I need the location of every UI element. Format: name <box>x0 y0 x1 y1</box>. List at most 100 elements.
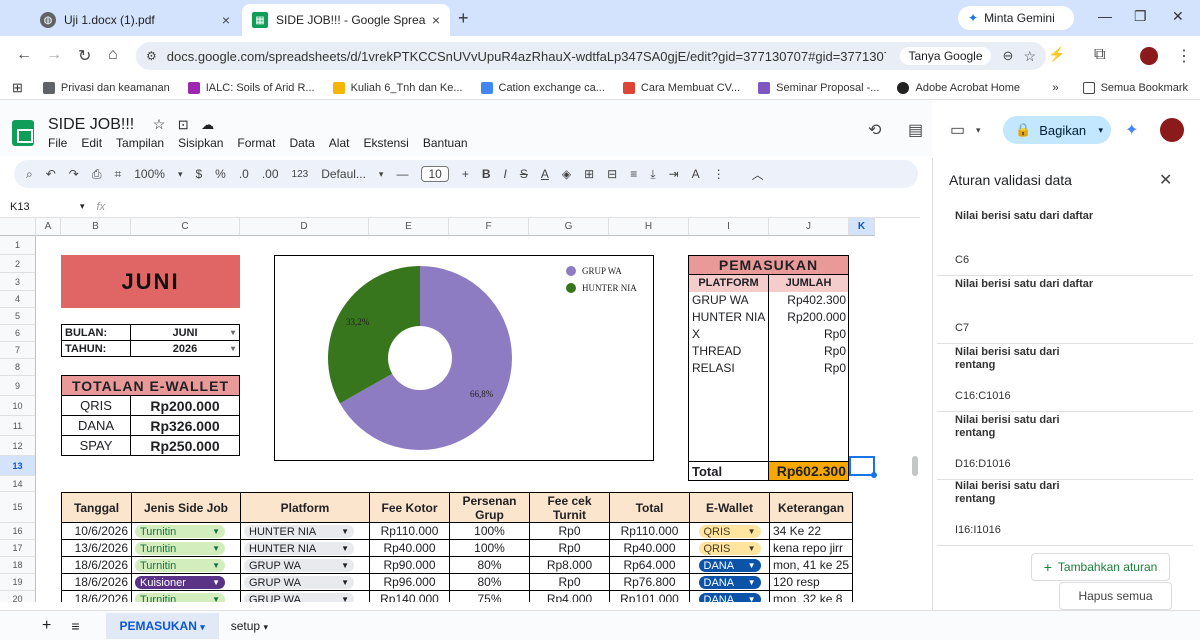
keterangan-cell[interactable]: 120 resp <box>768 573 854 591</box>
star-icon[interactable]: ☆ <box>153 116 166 132</box>
persen-cell[interactable]: 80% <box>449 573 530 591</box>
chevron-down-icon[interactable]: ▼ <box>212 544 220 553</box>
tab-setup[interactable]: setup ▾ <box>231 619 268 633</box>
percent-button[interactable]: % <box>215 167 226 181</box>
menu-view[interactable]: Tampilan <box>116 136 164 150</box>
currency-button[interactable]: $ <box>195 167 202 181</box>
column-header[interactable]: I <box>689 218 769 236</box>
text-rotate-icon[interactable]: A <box>692 167 700 181</box>
wallet-cell[interactable]: DANA ▼ <box>689 573 770 591</box>
persen-cell[interactable]: 80% <box>449 556 530 574</box>
column-header[interactable]: A <box>36 218 61 236</box>
chevron-down-icon[interactable]: ▼ <box>341 561 349 570</box>
tanggal-cell[interactable]: 13/6/2026 <box>61 539 132 557</box>
header-tanggal[interactable]: Tanggal <box>61 492 132 523</box>
close-icon[interactable]: × <box>222 12 230 28</box>
validation-rule[interactable]: Nilai berisi satu dari daftar C7 <box>937 278 1193 344</box>
pemasukan-row[interactable]: X Rp0 <box>688 326 849 343</box>
wallet-cell[interactable]: DANA ▼ <box>689 556 770 574</box>
close-icon[interactable]: × <box>432 12 440 28</box>
row-header[interactable]: 10 <box>0 396 36 416</box>
avatar[interactable] <box>1160 118 1184 142</box>
new-tab-icon[interactable]: + <box>458 8 469 29</box>
total-cell[interactable]: Rp110.000 <box>609 522 690 540</box>
comment-icon[interactable]: ▤ <box>908 120 923 140</box>
pemasukan-empty-row[interactable] <box>688 398 849 419</box>
omnibox[interactable]: ⚙ docs.google.com/spreadsheets/d/1vrekPT… <box>136 42 1046 70</box>
redo-icon[interactable]: ↷ <box>69 167 79 181</box>
table-row[interactable]: 18/6/2026 Kuisioner ▼ GRUP WA ▼ Rp96.000 8… <box>61 573 854 591</box>
menu-file[interactable]: File <box>48 136 67 150</box>
header-ewallet[interactable]: E-Wallet <box>689 492 770 523</box>
cloud-status-icon[interactable]: ☁ <box>201 117 214 132</box>
chevron-down-icon[interactable]: ▼ <box>748 544 756 553</box>
jenis-chip[interactable]: Kuisioner ▼ <box>135 576 225 590</box>
donut-chart[interactable]: 66,8% 33,2% GRUP WA HUNTER NIA <box>274 255 654 461</box>
row-header[interactable]: 13 <box>0 456 36 476</box>
valign-bottom-icon[interactable]: ⤓ <box>650 167 655 182</box>
apps-icon[interactable]: ⊞ <box>12 80 23 96</box>
column-header[interactable]: F <box>449 218 529 236</box>
chevron-down-icon[interactable]: ▼ <box>212 527 220 536</box>
site-settings-icon[interactable]: ⚙ <box>146 49 157 63</box>
sheets-logo-icon[interactable] <box>12 120 34 146</box>
chevron-down-icon[interactable]: ▾ <box>178 169 183 180</box>
persen-cell[interactable]: 100% <box>449 522 530 540</box>
tanggal-cell[interactable]: 18/6/2026 <box>61 556 132 574</box>
turnit-cell[interactable]: Rp4.000 <box>529 590 610 602</box>
tanggal-cell[interactable]: 10/6/2026 <box>61 522 132 540</box>
home-icon[interactable]: ⌂ <box>108 46 118 64</box>
platform-cell[interactable]: HUNTER NIA ▼ <box>240 539 370 557</box>
chevron-down-icon[interactable]: ▼ <box>748 578 756 587</box>
jenis-cell[interactable]: Kuisioner ▼ <box>131 573 241 591</box>
jenis-cell[interactable]: Turnitin ▼ <box>131 522 241 540</box>
row-header[interactable]: 20 <box>0 591 36 602</box>
validation-rule[interactable]: Nilai berisi satu dari rentang C16:C1016 <box>937 346 1193 412</box>
platform-cell[interactable]: GRUP WA ▼ <box>240 556 370 574</box>
jenis-chip[interactable]: Turnitin ▼ <box>135 525 225 539</box>
wallet-cell[interactable]: DANA ▼ <box>689 590 770 602</box>
share-button[interactable]: 🔒 Bagikan ▾ <box>1003 116 1111 144</box>
turnit-cell[interactable]: Rp0 <box>529 573 610 591</box>
menu-insert[interactable]: Sisipkan <box>178 136 223 150</box>
wallet-chip[interactable]: DANA ▼ <box>698 593 761 602</box>
font-size-input[interactable]: 10 <box>421 166 449 182</box>
profile-avatar[interactable] <box>1140 47 1158 65</box>
browser-tab-pdf[interactable]: ◍ Uji 1.docx (1).pdf × <box>30 4 240 36</box>
increase-decimal-button[interactable]: .00 <box>262 167 279 181</box>
all-sheets-icon[interactable]: ≡ <box>71 618 79 634</box>
vertical-scrollbar[interactable] <box>912 456 918 476</box>
column-header[interactable]: K <box>849 218 875 236</box>
row-header[interactable]: 17 <box>0 540 36 557</box>
spreadsheet-grid[interactable]: A B C D E F G H I J K 1 2 3 4 5 6 7 8 9 … <box>0 218 920 602</box>
tanggal-cell[interactable]: 18/6/2026 <box>61 590 132 602</box>
select-all-corner[interactable] <box>0 218 36 236</box>
jenis-cell[interactable]: Turnitin ▼ <box>131 590 241 602</box>
chevron-down-icon[interactable]: ▼ <box>748 527 756 536</box>
fee-cell[interactable]: Rp90.000 <box>369 556 450 574</box>
delete-all-button[interactable]: Hapus semua <box>1059 582 1172 610</box>
row-header[interactable]: 4 <box>0 291 36 308</box>
tab-pemasukan[interactable]: PEMASUKAN ▾ <box>105 612 219 639</box>
fee-cell[interactable]: Rp96.000 <box>369 573 450 591</box>
month-banner[interactable]: JUNI <box>61 255 240 308</box>
number-format-button[interactable]: 123 <box>292 169 309 180</box>
chevron-down-icon[interactable]: ▾ <box>379 169 384 180</box>
bookmark-seminar[interactable]: Seminar Proposal -... <box>758 81 879 94</box>
jenis-chip[interactable]: Turnitin ▼ <box>135 559 225 573</box>
zoom-select[interactable]: 100% <box>134 167 165 181</box>
chevron-down-icon[interactable]: ▼ <box>212 578 220 587</box>
borders-icon[interactable]: ⊞ <box>584 167 594 181</box>
column-header[interactable]: G <box>529 218 609 236</box>
undo-icon[interactable]: ↶ <box>46 167 56 181</box>
turnit-cell[interactable]: Rp0 <box>529 522 610 540</box>
chevron-up-icon[interactable]: ︿ <box>752 166 764 183</box>
row-header[interactable]: 7 <box>0 342 36 359</box>
all-bookmarks[interactable]: Semua Bookmark <box>1082 81 1188 94</box>
paint-format-icon[interactable]: ⌗ <box>114 167 121 182</box>
bookmark-cv[interactable]: Cara Membuat CV... <box>622 81 740 94</box>
header-total[interactable]: Total <box>609 492 690 523</box>
decrease-decimal-button[interactable]: .0 <box>239 167 249 181</box>
bookmark-cation[interactable]: Cation exchange ca... <box>480 81 605 94</box>
platform-chip[interactable]: GRUP WA ▼ <box>244 576 354 590</box>
